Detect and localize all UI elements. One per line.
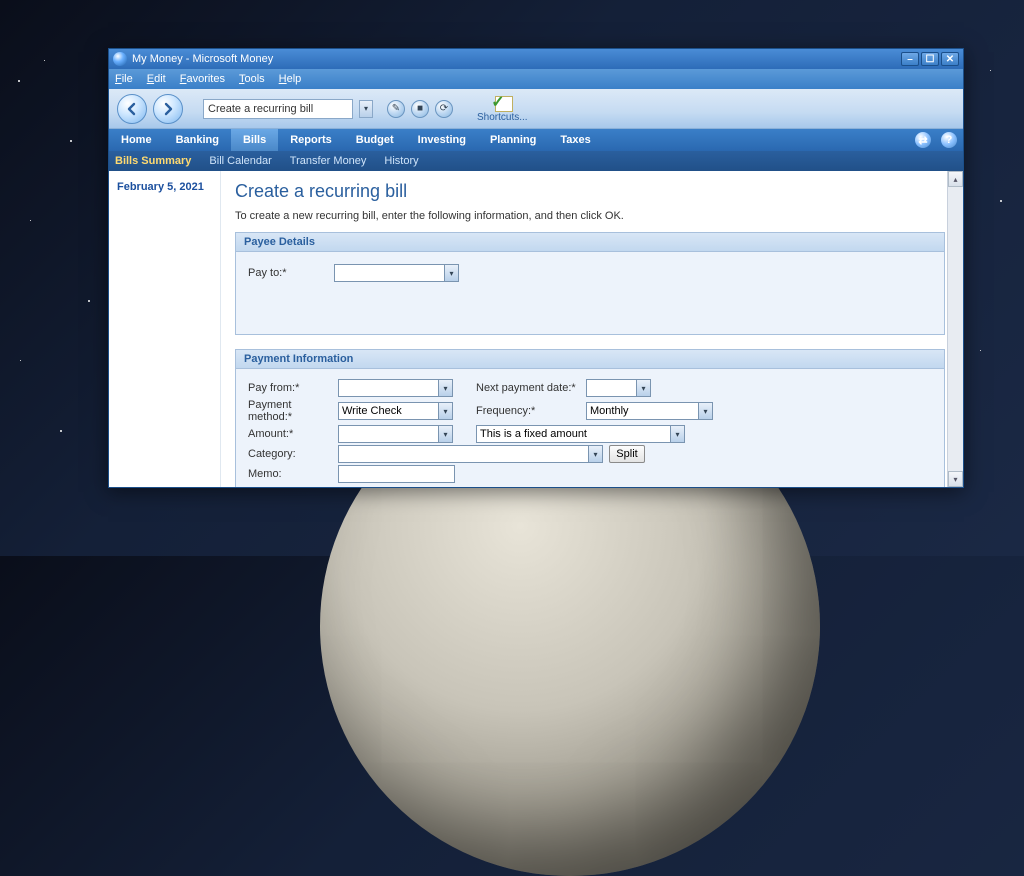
titlebar[interactable]: My Money - Microsoft Money – ☐ ✕ <box>109 49 963 69</box>
toolbar: Create a recurring bill ▾ ✎ ■ ⟳ Shortcut… <box>109 89 963 129</box>
shortcuts-icon <box>491 94 513 112</box>
arrow-right-icon <box>161 102 175 116</box>
back-button[interactable] <box>117 94 147 124</box>
menu-favorites[interactable]: Favorites <box>180 73 225 85</box>
stop-icon[interactable]: ■ <box>411 100 429 118</box>
frequency-dropdown[interactable]: ▾ <box>698 402 713 420</box>
close-button[interactable]: ✕ <box>941 52 959 66</box>
scroll-up-icon[interactable]: ▴ <box>948 171 963 187</box>
payment-method-label: Payment method:* <box>248 399 338 423</box>
next-payment-date-label: Next payment date:* <box>476 382 586 394</box>
payment-section-header: Payment Information <box>236 350 944 369</box>
pay-to-label: Pay to:* <box>248 267 334 279</box>
amount-label: Amount:* <box>248 428 338 440</box>
amount-type-dropdown[interactable]: ▾ <box>670 425 685 443</box>
payment-method-dropdown[interactable]: ▾ <box>438 402 453 420</box>
tab-taxes[interactable]: Taxes <box>548 129 602 151</box>
address-text: Create a recurring bill <box>208 103 313 115</box>
tab-home[interactable]: Home <box>109 129 164 151</box>
menubar: File Edit Favorites Tools Help <box>109 69 963 89</box>
shortcuts-label: Shortcuts... <box>477 112 528 123</box>
amount-field[interactable] <box>338 425 438 443</box>
frequency-field[interactable] <box>586 402 698 420</box>
payee-details-panel: Payee Details Pay to:* ▾ <box>235 232 945 335</box>
pay-to-dropdown[interactable]: ▾ <box>444 264 459 282</box>
sub-tabs: Bills Summary Bill Calendar Transfer Mon… <box>109 151 963 171</box>
subtab-history[interactable]: History <box>384 155 418 167</box>
tab-reports[interactable]: Reports <box>278 129 344 151</box>
edit-icon[interactable]: ✎ <box>387 100 405 118</box>
subtab-bills-summary[interactable]: Bills Summary <box>115 155 191 167</box>
current-date: February 5, 2021 <box>117 181 212 193</box>
subtab-transfer-money[interactable]: Transfer Money <box>290 155 367 167</box>
shortcuts-button[interactable]: Shortcuts... <box>477 94 528 123</box>
tab-planning[interactable]: Planning <box>478 129 548 151</box>
pay-to-field[interactable] <box>334 264 444 282</box>
scroll-down-icon[interactable]: ▾ <box>948 471 963 487</box>
subtab-bill-calendar[interactable]: Bill Calendar <box>209 155 271 167</box>
minimize-button[interactable]: – <box>901 52 919 66</box>
pay-from-field[interactable] <box>338 379 438 397</box>
category-dropdown[interactable]: ▾ <box>588 445 603 463</box>
forward-button[interactable] <box>153 94 183 124</box>
pay-from-label: Pay from:* <box>248 382 338 394</box>
address-box[interactable]: Create a recurring bill <box>203 99 353 119</box>
memo-label: Memo: <box>248 468 338 480</box>
nav-tabs: Home Banking Bills Reports Budget Invest… <box>109 129 963 151</box>
amount-type-field[interactable] <box>476 425 670 443</box>
payment-method-field[interactable] <box>338 402 438 420</box>
page-subtitle: To create a new recurring bill, enter th… <box>235 210 945 222</box>
window-title: My Money - Microsoft Money <box>132 53 901 65</box>
page-title: Create a recurring bill <box>235 181 945 202</box>
pay-from-dropdown[interactable]: ▾ <box>438 379 453 397</box>
frequency-label: Frequency:* <box>476 405 586 417</box>
sidebar: February 5, 2021 <box>109 171 221 487</box>
maximize-button[interactable]: ☐ <box>921 52 939 66</box>
tab-investing[interactable]: Investing <box>406 129 478 151</box>
arrow-left-icon <box>125 102 139 116</box>
split-button[interactable]: Split <box>609 445 645 463</box>
tab-bills[interactable]: Bills <box>231 129 278 151</box>
main-pane: Create a recurring bill To create a new … <box>221 171 963 487</box>
address-dropdown[interactable]: ▾ <box>359 100 373 118</box>
menu-help[interactable]: Help <box>279 73 302 85</box>
scrollbar[interactable]: ▴ ▾ <box>947 171 963 487</box>
menu-file[interactable]: File <box>115 73 133 85</box>
next-payment-date-dropdown[interactable]: ▾ <box>636 379 651 397</box>
app-icon <box>113 52 127 66</box>
payment-info-panel: Payment Information Pay from:* ▾ Next pa… <box>235 349 945 487</box>
menu-tools[interactable]: Tools <box>239 73 265 85</box>
next-payment-date-field[interactable] <box>586 379 636 397</box>
tab-budget[interactable]: Budget <box>344 129 406 151</box>
tab-banking[interactable]: Banking <box>164 129 231 151</box>
app-window: My Money - Microsoft Money – ☐ ✕ File Ed… <box>108 48 964 488</box>
category-label: Category: <box>248 448 338 460</box>
payee-section-header: Payee Details <box>236 233 944 252</box>
refresh-icon[interactable]: ⟳ <box>435 100 453 118</box>
category-field[interactable] <box>338 445 588 463</box>
menu-edit[interactable]: Edit <box>147 73 166 85</box>
amount-dropdown[interactable]: ▾ <box>438 425 453 443</box>
content-area: February 5, 2021 Create a recurring bill… <box>109 171 963 487</box>
memo-field[interactable] <box>338 465 455 483</box>
sync-icon[interactable]: ⇄ <box>915 132 931 148</box>
help-icon[interactable]: ? <box>941 132 957 148</box>
